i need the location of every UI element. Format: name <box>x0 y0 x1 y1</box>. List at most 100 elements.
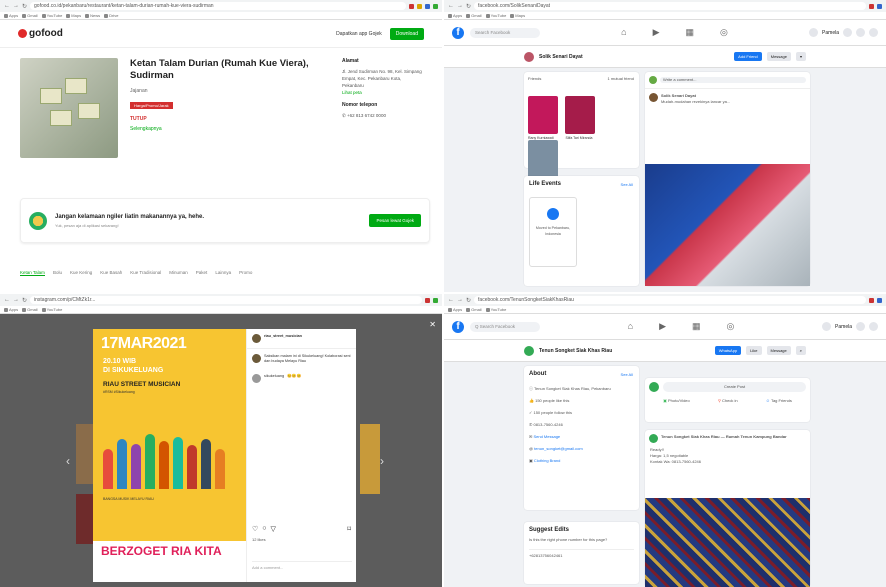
bookmark-item[interactable]: Apps <box>4 307 18 312</box>
more-button[interactable]: ▾ <box>795 52 806 61</box>
message-button[interactable]: Message <box>766 346 791 355</box>
see-all-link[interactable]: See All <box>621 182 633 187</box>
bookmark-item[interactable]: YouTube <box>485 13 506 18</box>
post-photo[interactable] <box>645 164 810 286</box>
bookmark-icon[interactable]: ⌑ <box>347 525 351 533</box>
extension-icon[interactable] <box>877 3 882 9</box>
extension-icon[interactable] <box>869 3 874 9</box>
bookmark-item[interactable]: Maps <box>510 13 525 18</box>
avatar[interactable] <box>649 434 658 443</box>
extension-icon[interactable] <box>409 3 414 9</box>
tag-friends-button[interactable]: ☺ Tag Friends <box>766 398 792 404</box>
address-bar[interactable]: instagram.com/p/CMtZk1r... <box>30 296 422 304</box>
address-bar[interactable]: facebook.com/TenunSongketSiakKhasRiau <box>474 296 866 304</box>
bookmark-item[interactable]: YouTube <box>41 13 62 18</box>
post-photo[interactable] <box>645 498 810 587</box>
user-name[interactable]: Pamela <box>835 324 852 330</box>
reload-icon[interactable]: ↻ <box>466 297 471 304</box>
forward-icon[interactable]: → <box>13 3 19 9</box>
order-via-gojek-button[interactable]: Pesan lewat Gojek <box>369 214 421 227</box>
prev-arrow-icon[interactable]: ‹ <box>66 454 70 468</box>
marketplace-icon[interactable]: ▦ <box>686 27 695 38</box>
bookmark-item[interactable]: Gmail <box>466 13 482 18</box>
menu-icon[interactable] <box>843 28 852 37</box>
avatar[interactable] <box>252 374 261 383</box>
tab-minuman[interactable]: Minuman <box>169 270 188 276</box>
avatar[interactable] <box>809 28 819 37</box>
back-icon[interactable]: ← <box>4 297 10 303</box>
about-item[interactable]: ✉ Send Message <box>529 431 634 443</box>
extension-icon[interactable] <box>433 297 438 303</box>
groups-icon[interactable]: ◎ <box>727 321 735 332</box>
phone-number[interactable]: +62 813 6742 0000 <box>347 113 386 118</box>
tab-promo[interactable]: Promo <box>239 270 252 276</box>
home-icon[interactable]: ⌂ <box>621 27 626 38</box>
comment-icon[interactable]: ○ <box>262 525 266 533</box>
close-icon[interactable]: ✕ <box>429 320 436 329</box>
next-arrow-icon[interactable]: › <box>380 454 384 468</box>
back-icon[interactable]: ← <box>448 297 454 303</box>
post-author[interactable]: Tenun Songket Siak Khas Riau — Rumah Ten… <box>661 434 787 443</box>
suggest-phone[interactable]: +62813756042461 <box>529 549 634 559</box>
add-comment-input[interactable]: Add a comment... <box>252 561 352 571</box>
check-in-button[interactable]: ⚲ Check in <box>718 398 738 404</box>
extension-icon[interactable] <box>869 297 874 303</box>
extension-icon[interactable] <box>425 297 430 303</box>
tab-kue-tradisional[interactable]: Kue Tradisional <box>130 270 161 276</box>
tab-kue-basah[interactable]: Kue Basah <box>100 270 122 276</box>
user-name[interactable]: Pamela <box>822 30 839 36</box>
get-app-link[interactable]: Dapatkan app Gojek <box>336 31 382 37</box>
tab-lainnya[interactable]: Lainnya <box>215 270 231 276</box>
watch-icon[interactable]: ▶ <box>659 321 666 332</box>
bookmark-item[interactable]: News <box>85 13 100 18</box>
bookmark-item[interactable]: YouTube <box>485 307 506 312</box>
bookmark-item[interactable]: Drive <box>104 13 118 18</box>
groups-icon[interactable]: ◎ <box>720 27 728 38</box>
bookmark-item[interactable]: Gmail <box>466 307 482 312</box>
photo-video-button[interactable]: ▣ Photo/Video <box>663 398 690 404</box>
reload-icon[interactable]: ↻ <box>22 3 27 10</box>
forward-icon[interactable]: → <box>13 297 19 303</box>
tab-ketan-talam[interactable]: Ketan Talam <box>20 270 45 276</box>
like-icon[interactable]: ♡ <box>252 525 258 533</box>
facebook-logo-icon[interactable]: f <box>452 320 464 333</box>
address-bar[interactable]: facebook.com/SolikSenaniDayat <box>474 2 866 10</box>
share-icon[interactable]: ▽ <box>271 525 276 533</box>
reload-icon[interactable]: ↻ <box>22 297 27 304</box>
create-post-button[interactable]: Create Post <box>663 382 806 392</box>
messenger-icon[interactable] <box>856 28 865 37</box>
map-link[interactable]: Lihat peta <box>342 89 424 96</box>
extension-icon[interactable] <box>877 297 882 303</box>
message-button[interactable]: Message <box>766 52 791 61</box>
search-input[interactable]: Q Search Facebook <box>470 321 540 332</box>
see-all-link[interactable]: See All <box>621 372 633 377</box>
back-icon[interactable]: ← <box>448 3 454 9</box>
tab-paket[interactable]: Paket <box>196 270 208 276</box>
reload-icon[interactable]: ↻ <box>466 3 471 10</box>
menu-icon[interactable] <box>856 322 865 331</box>
extension-icon[interactable] <box>425 3 430 9</box>
download-button[interactable]: Download <box>389 27 424 40</box>
friend-item[interactable]: Silfa Tari Miranda <box>565 96 596 140</box>
bookmark-item[interactable]: Apps <box>448 13 462 18</box>
about-item[interactable]: ▣ Clothing Brand <box>529 455 634 467</box>
extension-icon[interactable] <box>433 3 438 9</box>
more-link[interactable]: Selengkapnya <box>130 126 330 132</box>
search-input[interactable]: Search Facebook <box>470 27 540 38</box>
add-friend-button[interactable]: Add Friend <box>734 52 762 61</box>
home-icon[interactable]: ⌂ <box>628 321 633 332</box>
bookmark-item[interactable]: Gmail <box>22 307 38 312</box>
marketplace-icon[interactable]: ▦ <box>692 321 701 332</box>
address-bar[interactable]: gofood.co.id/pekanbaru/restaurant/ketan-… <box>30 2 406 10</box>
messenger-icon[interactable] <box>869 322 878 331</box>
bookmark-item[interactable]: Gmail <box>22 13 38 18</box>
extension-icon[interactable] <box>417 3 422 9</box>
avatar[interactable] <box>252 354 261 363</box>
bookmark-item[interactable]: Apps <box>448 307 462 312</box>
notifications-icon[interactable] <box>869 28 878 37</box>
bookmark-item[interactable]: Apps <box>4 13 18 18</box>
bookmark-item[interactable]: Maps <box>66 13 81 18</box>
avatar[interactable] <box>649 93 658 102</box>
forward-icon[interactable]: → <box>457 3 463 9</box>
life-event-item[interactable]: Moved to Pekanbaru, Indonesia <box>529 197 577 267</box>
